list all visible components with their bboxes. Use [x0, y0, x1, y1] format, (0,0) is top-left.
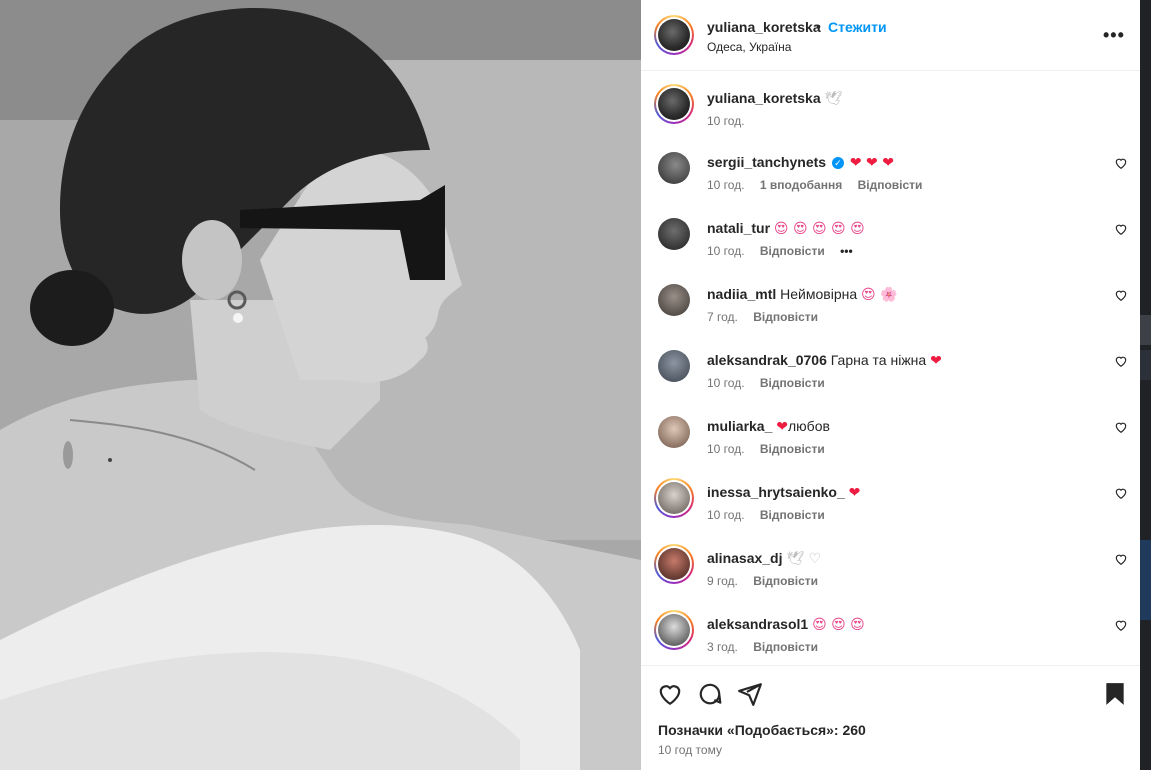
comment-text: Неймовірна [780, 286, 858, 302]
comment-like-heart-icon[interactable] [1114, 420, 1128, 434]
comment-emoji: 😍 🌸 [861, 287, 898, 303]
comment-username[interactable]: alinasax_dj [707, 550, 783, 566]
commenter-avatar[interactable] [654, 544, 694, 584]
comment-like-heart-icon[interactable] [1114, 222, 1128, 236]
more-options-icon[interactable]: ••• [1103, 25, 1125, 46]
comment-text: 😍 😍 😍 😍 😍 [773, 221, 865, 237]
commenter-avatar[interactable] [658, 350, 690, 382]
comment-like-heart-icon[interactable] [1114, 552, 1128, 566]
comment-time[interactable]: 10 год. [707, 244, 745, 258]
comment-text: любов [788, 418, 830, 434]
comment-username[interactable]: inessa_hrytsaienko_ [707, 484, 845, 500]
post-photo[interactable] [0, 0, 641, 770]
reply-button[interactable]: Відповісти [760, 376, 825, 390]
comment-time[interactable]: 10 год. [707, 442, 745, 456]
caption-username[interactable]: yuliana_koretska [707, 90, 821, 106]
comment-username[interactable]: aleksandrasol1 [707, 616, 808, 632]
reply-button[interactable]: Відповісти [753, 640, 818, 654]
commenter-avatar[interactable] [658, 218, 690, 250]
comment-like-heart-icon[interactable] [1114, 486, 1128, 500]
bookmark-icon[interactable] [1102, 681, 1128, 707]
comment-icon[interactable] [697, 681, 723, 707]
comment-username[interactable]: sergii_tanchynets [707, 154, 826, 170]
backdrop-fragment [1140, 350, 1151, 380]
comment-item: muliarka_ ❤любов 10 год. Відповісти [641, 416, 1140, 476]
comment-emoji: ❤ [930, 353, 942, 369]
reply-button[interactable]: Відповісти [753, 310, 818, 324]
comment-text: 😍 😍 😍 [812, 617, 865, 633]
follow-button[interactable]: Стежити [828, 19, 887, 35]
send-icon[interactable] [737, 681, 763, 707]
reply-button[interactable]: Відповісти [760, 244, 825, 258]
post-time[interactable]: 10 год тому [658, 743, 722, 757]
post-actions-footer: Позначки «Подобається»: 260 10 год тому [641, 665, 1140, 770]
comment-time[interactable]: 3 год. [707, 640, 738, 654]
post-details-panel: yuliana_koretska • Стежити Одеса, Україн… [641, 0, 1140, 770]
comment-time[interactable]: 10 год. [707, 508, 745, 522]
comment-item: nadiia_mtl Неймовірна 😍 🌸 7 год. Відпові… [641, 284, 1140, 344]
backdrop-fragment [1140, 315, 1151, 345]
comment-likes-count[interactable]: 1 вподобання [760, 178, 842, 192]
comment-time[interactable]: 10 год. [707, 178, 745, 192]
post-caption: yuliana_koretska 🕊 10 год. [641, 84, 1140, 148]
caption-avatar[interactable] [654, 84, 694, 124]
comment-username[interactable]: muliarka_ [707, 418, 772, 434]
comment-emoji: ❤ [848, 485, 861, 501]
likes-count[interactable]: Позначки «Подобається»: 260 [658, 722, 866, 738]
post-header: yuliana_koretska • Стежити Одеса, Україн… [641, 0, 1140, 71]
comment-like-heart-icon[interactable] [1114, 156, 1128, 170]
commenter-avatar[interactable] [658, 416, 690, 448]
reply-button[interactable]: Відповісти [858, 178, 923, 192]
comment-item: alinasax_dj 🕊 ♡ 9 год. Відповісти [641, 544, 1140, 608]
reply-button[interactable]: Відповісти [760, 508, 825, 522]
comment-item: inessa_hrytsaienko_ ❤ 10 год. Відповісти [641, 478, 1140, 542]
comment-emoji: 🕊 ♡ [786, 551, 822, 567]
comment-like-heart-icon[interactable] [1114, 288, 1128, 302]
verified-badge-icon: ✓ [831, 157, 844, 169]
comment-item: aleksandrak_0706 Гарна та ніжна ❤ 10 год… [641, 350, 1140, 410]
caption-time[interactable]: 10 год. [707, 114, 745, 128]
comment-time[interactable]: 7 год. [707, 310, 738, 324]
heart-icon[interactable] [657, 681, 683, 707]
reply-button[interactable]: Відповісти [760, 442, 825, 456]
comment-username[interactable]: nadiia_mtl [707, 286, 776, 302]
comment-time[interactable]: 10 год. [707, 376, 745, 390]
post-location[interactable]: Одеса, Україна [707, 40, 791, 54]
comment-time[interactable]: 9 год. [707, 574, 738, 588]
author-username[interactable]: yuliana_koretska [707, 19, 821, 35]
separator-dot: • [816, 18, 821, 34]
modal-backdrop[interactable] [1140, 0, 1151, 770]
commenter-avatar[interactable] [658, 284, 690, 316]
comment-text: Гарна та ніжна [830, 352, 927, 368]
comment-username[interactable]: aleksandrak_0706 [707, 352, 827, 368]
comment-item: sergii_tanchynets ✓ ❤ ❤ ❤ 10 год. 1 впод… [641, 152, 1140, 212]
comment-like-heart-icon[interactable] [1114, 354, 1128, 368]
commenter-avatar[interactable] [654, 610, 694, 650]
author-avatar[interactable] [654, 15, 694, 55]
backdrop-fragment [1140, 540, 1151, 620]
comment-like-heart-icon[interactable] [1114, 618, 1128, 632]
comment-text: ❤ ❤ ❤ [849, 155, 894, 171]
comment-more-icon[interactable]: ••• [840, 244, 853, 258]
commenter-avatar[interactable] [654, 478, 694, 518]
reply-button[interactable]: Відповісти [753, 574, 818, 588]
comment-item: natali_tur 😍 😍 😍 😍 😍 10 год. Відповісти … [641, 218, 1140, 278]
commenter-avatar[interactable] [658, 152, 690, 184]
portrait-illustration [0, 0, 641, 770]
comment-emoji: ❤ [776, 419, 788, 435]
comment-username[interactable]: natali_tur [707, 220, 770, 236]
dove-emoji: 🕊 [824, 91, 843, 107]
